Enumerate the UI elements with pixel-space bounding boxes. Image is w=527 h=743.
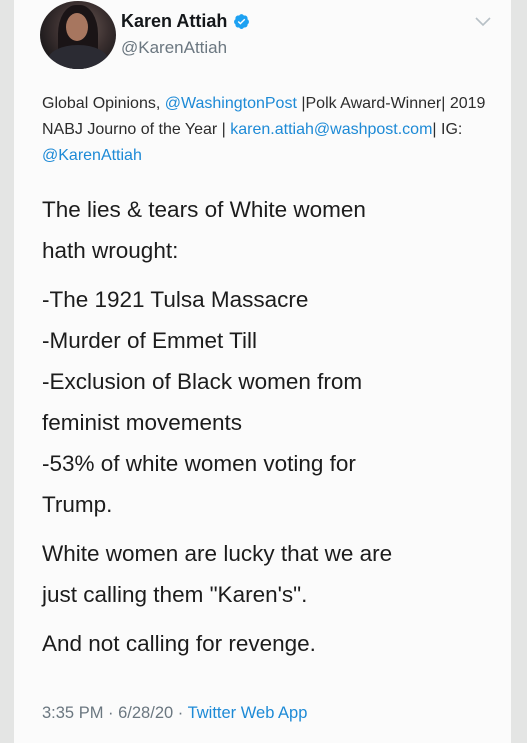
tweet-line: -Exclusion of Black women from <box>42 369 363 394</box>
tweet-source-link[interactable]: Twitter Web App <box>188 704 308 722</box>
avatar-face <box>66 13 88 41</box>
tweet-line: -Murder of Emmet Till <box>42 328 258 353</box>
tweet-line: -53% of white women voting for <box>42 451 356 476</box>
tweet-time[interactable]: 3:35 PM <box>42 704 103 722</box>
tweet-metadata: 3:35 PM · 6/28/20 · Twitter Web App <box>42 704 307 723</box>
bio-text: Global Opinions, <box>42 95 165 112</box>
tweet-line: The lies & tears of White women <box>42 197 366 222</box>
meta-separator: · <box>103 704 119 722</box>
bio-mention-karenattiah[interactable]: @KarenAttiah <box>42 147 142 164</box>
chevron-down-icon[interactable] <box>474 16 492 28</box>
tweet-line: And not calling for revenge. <box>42 631 316 656</box>
tweet-line: hath wrought: <box>42 238 179 263</box>
avatar[interactable] <box>40 1 116 69</box>
tweet-body: The lies & tears of White women hath wro… <box>42 189 502 664</box>
meta-separator: · <box>173 704 188 722</box>
bio-mention-washingtonpost[interactable]: @WashingtonPost <box>165 95 297 112</box>
tweet-line: Trump. <box>42 492 113 517</box>
display-name-text[interactable]: Karen Attiah <box>121 11 227 32</box>
verified-badge-icon <box>234 14 250 29</box>
tweet-line: White women are lucky that we are <box>42 541 393 566</box>
tweet-line: just calling them "Karen's". <box>42 582 308 607</box>
bio-text: | IG: <box>432 121 463 138</box>
bio-email-link[interactable]: karen.attiah@washpost.com <box>230 121 432 138</box>
tweet-line: -The 1921 Tulsa Massacre <box>42 287 309 312</box>
tweet-date[interactable]: 6/28/20 <box>118 704 173 722</box>
avatar-shoulders <box>48 45 108 69</box>
display-name[interactable]: Karen Attiah <box>121 11 250 32</box>
user-handle[interactable]: @KarenAttiah <box>121 38 227 58</box>
tweet-line: feminist movements <box>42 410 243 435</box>
user-bio: Global Opinions, @WashingtonPost |Polk A… <box>42 91 492 169</box>
tweet-card: Karen Attiah @KarenAttiah Global Opinion… <box>14 0 511 743</box>
